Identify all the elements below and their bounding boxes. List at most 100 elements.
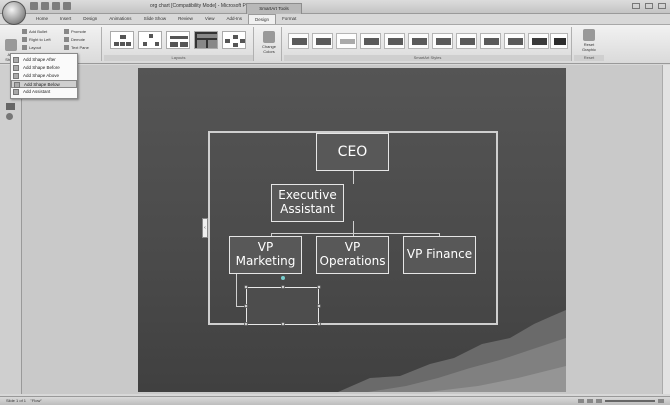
tab-smartart-design[interactable]: Design (248, 14, 277, 24)
smartart-style-6[interactable] (408, 33, 429, 49)
quick-access-toolbar (30, 2, 71, 10)
tab-design[interactable]: Design (77, 14, 103, 24)
tab-add-ins[interactable]: Add-Ins (221, 14, 249, 24)
right-to-left-button[interactable]: Right to Left (22, 37, 51, 42)
add-shape-above-icon (13, 73, 19, 79)
tab-insert[interactable]: Insert (54, 14, 77, 24)
tab-view[interactable]: View (199, 14, 221, 24)
smartart-style-9[interactable] (480, 33, 501, 49)
org-node-new-selected[interactable] (246, 287, 319, 325)
slide-thumbnail-icon[interactable] (6, 103, 15, 110)
menu-add-shape-after[interactable]: Add Shape After (11, 56, 77, 64)
palette-icon (263, 31, 275, 43)
customize-toolbar-icon[interactable] (63, 2, 71, 10)
fit-to-window-icon[interactable] (658, 399, 664, 403)
text-pane-toggle[interactable]: ‹ (202, 218, 208, 238)
layout-hierarchy[interactable] (138, 31, 162, 49)
slide-sorter-icon[interactable] (587, 399, 593, 403)
menu-add-assistant[interactable]: Add Assistant (11, 88, 77, 96)
undo-icon[interactable] (41, 2, 49, 10)
smartart-styles-group: SmartArt Styles (284, 27, 572, 61)
save-icon[interactable] (30, 2, 38, 10)
menu-add-shape-above[interactable]: Add Shape Above (11, 72, 77, 80)
vertical-scrollbar[interactable] (662, 65, 670, 394)
tab-home[interactable]: Home (30, 14, 54, 24)
change-colors-button[interactable]: Change Colors (259, 31, 279, 54)
slide-show-icon[interactable] (596, 399, 602, 403)
connector-line (236, 273, 237, 307)
org-node-vp-operations[interactable]: VP Operations (316, 236, 389, 274)
resize-handle[interactable] (244, 322, 248, 326)
tab-animations[interactable]: Animations (103, 14, 137, 24)
ribbon: Add Shape Add Bullet Right to Left Layou… (0, 24, 670, 64)
reset-graphic-button[interactable]: Reset Graphic (577, 29, 601, 52)
layouts-group: Layouts (104, 27, 254, 61)
connector-line (353, 170, 354, 184)
rotation-handle[interactable] (281, 276, 285, 280)
change-colors-group: Change Colors (256, 27, 282, 61)
demote-icon (64, 37, 69, 42)
status-bar: Slide 1 of 1 "Flow" (0, 396, 670, 405)
promote-button[interactable]: Promote (64, 29, 86, 34)
menu-add-shape-below[interactable]: Add Shape Below (11, 80, 77, 88)
zoom-slider[interactable] (605, 400, 655, 402)
view-controls (578, 399, 664, 403)
maximize-icon[interactable] (645, 3, 653, 9)
window-controls (632, 3, 666, 9)
smartart-style-4[interactable] (360, 33, 381, 49)
resize-handle[interactable] (317, 322, 321, 326)
smartart-style-10[interactable] (504, 33, 525, 49)
right-to-left-icon (22, 37, 27, 42)
close-icon[interactable] (658, 3, 666, 9)
tab-smartart-format[interactable]: Format (276, 14, 302, 24)
slide-count: Slide 1 of 1 (6, 398, 27, 403)
smartart-style-7[interactable] (432, 33, 453, 49)
resize-handle[interactable] (317, 285, 321, 289)
layout-org-chart[interactable] (110, 31, 134, 49)
resize-handle[interactable] (244, 304, 248, 308)
ribbon-tabs: Home Insert Design Animations Slide Show… (30, 14, 302, 24)
reset-group-label: Reset (574, 55, 604, 61)
layout-horizontal-hierarchy[interactable] (222, 31, 246, 49)
context-tab-group: SmartArt Tools (246, 3, 302, 14)
connector-line (353, 221, 354, 233)
reset-graphic-icon (583, 29, 595, 41)
tab-review[interactable]: Review (172, 14, 199, 24)
slides-pane (0, 65, 22, 394)
smartart-style-1[interactable] (288, 33, 309, 49)
title-bar: org chart [Compatibility Mode] - Microso… (0, 0, 670, 14)
org-node-vp-finance[interactable]: VP Finance (403, 236, 476, 274)
add-bullet-button[interactable]: Add Bullet (22, 29, 47, 34)
bullet-icon (22, 29, 27, 34)
smartart-style-2[interactable] (312, 33, 333, 49)
resize-handle[interactable] (317, 304, 321, 308)
smartart-style-11[interactable] (528, 33, 549, 49)
resize-handle[interactable] (281, 322, 285, 326)
add-shape-menu: Add Shape After Add Shape Before Add Sha… (10, 53, 78, 99)
smartart-styles-group-label: SmartArt Styles (284, 55, 571, 61)
text-pane-button[interactable]: Text Pane (64, 45, 89, 50)
office-button[interactable] (2, 1, 26, 25)
smartart-style-5[interactable] (384, 33, 405, 49)
demote-button[interactable]: Demote (64, 37, 85, 42)
org-node-executive-assistant[interactable]: Executive Assistant (271, 184, 344, 222)
text-pane-icon (64, 45, 69, 50)
resize-handle[interactable] (281, 285, 285, 289)
org-node-vp-marketing[interactable]: VP Marketing (229, 236, 302, 274)
smartart-style-3[interactable] (336, 33, 357, 49)
normal-view-icon[interactable] (578, 399, 584, 403)
add-assistant-icon (13, 89, 19, 95)
menu-add-shape-before[interactable]: Add Shape Before (11, 64, 77, 72)
org-node-ceo[interactable]: CEO (316, 133, 389, 171)
more-styles-button[interactable] (550, 33, 568, 49)
layout-button[interactable]: Layout (22, 45, 41, 50)
redo-icon[interactable] (52, 2, 60, 10)
promote-icon (64, 29, 69, 34)
layout-table-hierarchy[interactable] (194, 31, 218, 49)
smartart-style-8[interactable] (456, 33, 477, 49)
outline-icon[interactable] (6, 113, 13, 120)
minimize-icon[interactable] (632, 3, 640, 9)
resize-handle[interactable] (244, 285, 248, 289)
layout-labeled-hierarchy[interactable] (166, 31, 190, 49)
tab-slide-show[interactable]: Slide Show (138, 14, 173, 24)
